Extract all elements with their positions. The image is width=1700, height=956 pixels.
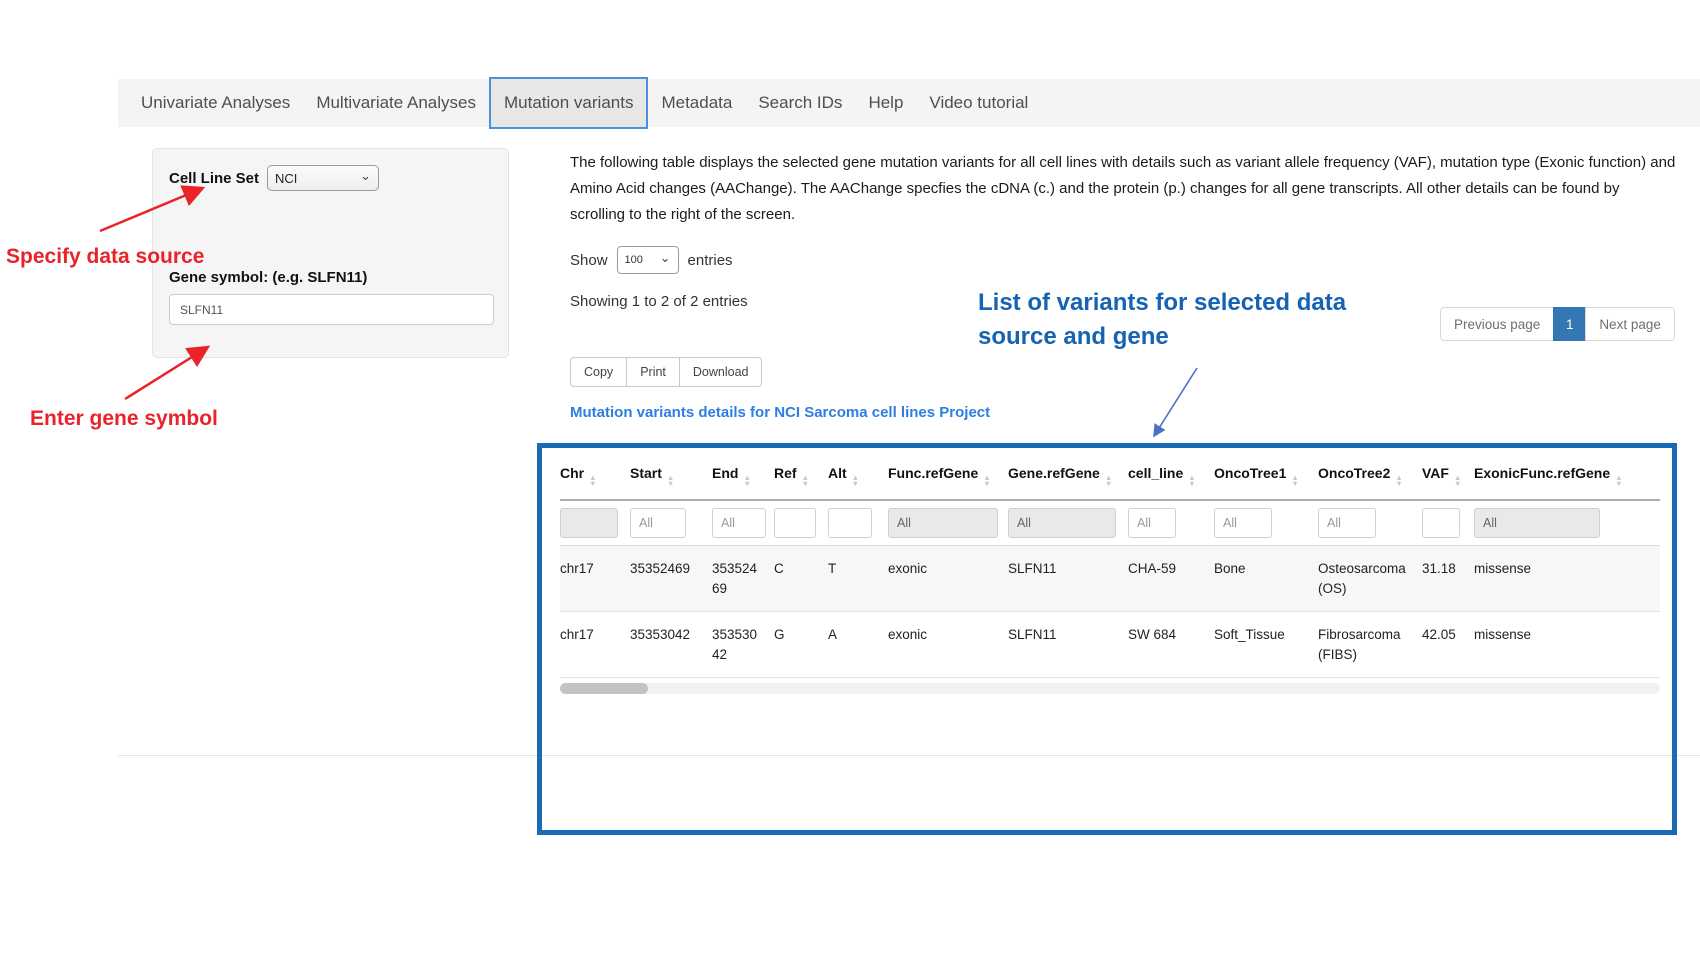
cell-line-set-label: Cell Line Set (169, 170, 259, 187)
copy-button[interactable]: Copy (570, 357, 627, 387)
tab-multivariate-analyses[interactable]: Multivariate Analyses (303, 93, 489, 113)
tab-metadata[interactable]: Metadata (648, 93, 745, 113)
annotation-list-of-variants-line2: source and gene (978, 320, 1346, 354)
tab-univariate-analyses[interactable]: Univariate Analyses (128, 93, 303, 113)
navbar-tabs: Univariate AnalysesMultivariate Analyses… (128, 82, 1041, 124)
table-title-link[interactable]: Mutation variants details for NCI Sarcom… (570, 404, 990, 421)
gene-symbol-label: Gene symbol: (e.g. SLFN11) (169, 269, 492, 286)
download-button[interactable]: Download (679, 357, 763, 387)
tab-video-tutorial[interactable]: Video tutorial (916, 93, 1041, 113)
cell-line-set-select[interactable]: NCI ⌄ (267, 165, 379, 191)
arrow-to-variants-table (1154, 368, 1197, 436)
annotation-enter-gene-symbol: Enter gene symbol (30, 407, 218, 431)
export-toolbar: CopyPrintDownload (570, 357, 762, 387)
table-highlight-box (537, 443, 1677, 835)
gene-symbol-input[interactable] (169, 294, 494, 325)
pagination: Previous page 1 Next page (1440, 307, 1675, 341)
showing-entries-status: Showing 1 to 2 of 2 entries (570, 293, 748, 310)
entries-per-page-value: 100 (625, 254, 643, 266)
tab-help[interactable]: Help (855, 93, 916, 113)
annotation-specify-data-source: Specify data source (6, 245, 204, 269)
entries-label: entries (688, 252, 733, 269)
print-button[interactable]: Print (626, 357, 680, 387)
sidebar-panel: Cell Line Set NCI ⌄ Gene symbol: (e.g. S… (152, 148, 509, 358)
navbar: Univariate AnalysesMultivariate Analyses… (118, 79, 1700, 127)
annotation-list-of-variants-line1: List of variants for selected data (978, 286, 1346, 320)
show-label: Show (570, 252, 608, 269)
next-page-button[interactable]: Next page (1585, 307, 1675, 341)
show-entries-control: Show 100 ⌄ entries (570, 246, 733, 274)
table-description: The following table displays the selecte… (570, 150, 1678, 228)
tab-mutation-variants[interactable]: Mutation variants (489, 77, 648, 129)
page-1-button[interactable]: 1 (1553, 307, 1586, 341)
annotation-list-of-variants: List of variants for selected data sourc… (978, 286, 1346, 354)
entries-per-page-select[interactable]: 100 ⌄ (617, 246, 679, 274)
chevron-down-icon: ⌄ (360, 171, 371, 181)
previous-page-button[interactable]: Previous page (1440, 307, 1554, 341)
tab-search-ids[interactable]: Search IDs (745, 93, 855, 113)
cell-line-set-value: NCI (275, 171, 297, 186)
chevron-down-icon: ⌄ (660, 253, 671, 263)
